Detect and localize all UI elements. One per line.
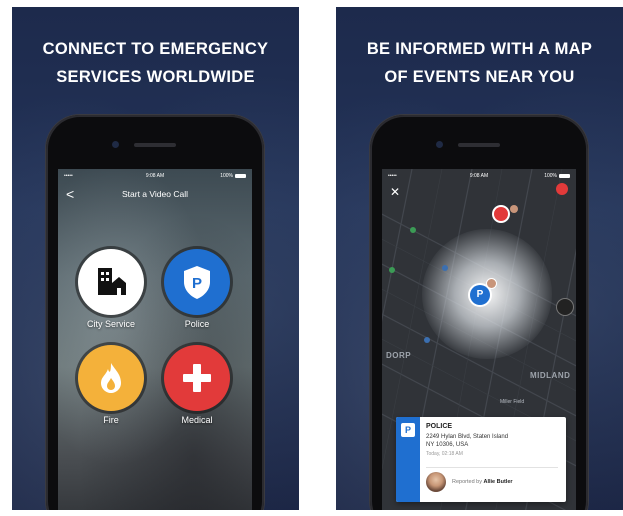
panel-headline: CONNECT TO EMERGENCY SERVICES WORLDWIDE xyxy=(12,35,299,91)
battery-icon xyxy=(559,173,570,178)
medical-button[interactable]: Medical xyxy=(164,345,230,425)
battery-icon xyxy=(235,173,246,178)
reporter-avatar xyxy=(426,472,446,492)
poi-pin-icon[interactable] xyxy=(389,267,395,273)
poi-pin-icon[interactable] xyxy=(410,227,416,233)
fire-button[interactable]: Fire xyxy=(78,345,144,425)
medical-circle[interactable] xyxy=(164,345,230,411)
event-address-line-1: 2249 Hylan Blvd, Staten Island xyxy=(426,434,509,440)
headline-line-2: OF EVENTS NEAR YOU xyxy=(384,68,575,86)
status-bar: ••••• 9:08 AM 100% xyxy=(58,169,252,183)
phone-frame: ••••• 9:08 AM 100% ✕ P DORP MIDLAND Mill… xyxy=(370,115,588,510)
promo-panel-map: BE INFORMED WITH A MAP OF EVENTS NEAR YO… xyxy=(336,7,623,510)
map-label-dorp: DORP xyxy=(386,351,412,360)
building-icon xyxy=(98,268,126,295)
reported-by-prefix: Reported by xyxy=(452,479,482,485)
event-time: Today, 02:18 AM xyxy=(426,451,463,457)
phone-speaker xyxy=(134,143,176,147)
close-icon[interactable]: ✕ xyxy=(390,185,400,199)
police-badge-icon: P xyxy=(401,423,415,437)
phone-speaker xyxy=(458,143,500,147)
event-address-line-2: NY 10306, USA xyxy=(426,442,469,448)
event-card-stripe: P xyxy=(396,417,420,502)
svg-text:P: P xyxy=(192,275,202,292)
poi-pin-icon[interactable] xyxy=(424,337,430,343)
police-circle[interactable]: P xyxy=(164,249,230,315)
map-screen[interactable]: ••••• 9:08 AM 100% ✕ P DORP MIDLAND Mill… xyxy=(382,169,576,510)
police-badge-icon: P xyxy=(184,266,210,299)
medical-cross-icon xyxy=(183,364,211,392)
headline-line-2: SERVICES WORLDWIDE xyxy=(56,68,255,86)
city-service-button[interactable]: City Service xyxy=(78,249,144,329)
phone-camera xyxy=(112,141,119,148)
fire-circle[interactable] xyxy=(78,345,144,411)
fire-label: Fire xyxy=(103,415,119,425)
police-label: Police xyxy=(184,319,210,329)
police-pin-letter: P xyxy=(476,289,484,300)
event-type: POLICE xyxy=(426,423,453,430)
police-button[interactable]: P Police xyxy=(164,249,230,329)
flame-icon xyxy=(101,363,121,393)
screen-background-photo xyxy=(58,169,252,510)
poi-pin-icon[interactable] xyxy=(442,265,448,271)
reported-by: Reported by Allie Butler xyxy=(452,479,513,485)
battery-indicator: 100% xyxy=(544,173,570,179)
city-service-circle[interactable] xyxy=(78,249,144,315)
headline-line-1: BE INFORMED WITH A MAP xyxy=(366,40,593,58)
city-service-label: City Service xyxy=(86,319,135,329)
battery-indicator: 100% xyxy=(220,173,246,179)
battery-percent: 100% xyxy=(220,173,233,179)
medical-event-pin-icon[interactable] xyxy=(494,207,508,221)
event-pin-icon[interactable] xyxy=(557,299,573,315)
phone-screen: ••••• 9:08 AM 100% < Start a Video Call xyxy=(58,169,252,510)
phone-camera xyxy=(436,141,443,148)
medical-label: Medical xyxy=(181,415,213,425)
map-label-miller-field: Miller Field xyxy=(500,399,525,405)
police-event-pin-icon[interactable]: P xyxy=(470,285,490,305)
phone-frame: ••••• 9:08 AM 100% < Start a Video Call xyxy=(46,115,264,510)
map-label-midland: MIDLAND xyxy=(530,371,571,380)
battery-percent: 100% xyxy=(544,173,557,179)
promo-panel-video-call: CONNECT TO EMERGENCY SERVICES WORLDWIDE … xyxy=(12,7,299,510)
report-pin-icon[interactable] xyxy=(556,183,568,195)
headline-line-1: CONNECT TO EMERGENCY xyxy=(42,40,269,58)
status-bar: ••••• 9:08 AM 100% xyxy=(382,169,576,183)
avatar-pin-icon[interactable] xyxy=(510,205,518,213)
reporter-name: Allie Butler xyxy=(483,479,513,485)
nav-bar: < Start a Video Call xyxy=(58,187,252,203)
card-divider xyxy=(426,467,558,468)
event-card[interactable]: P POLICE 2249 Hylan Blvd, Staten Island … xyxy=(396,417,566,502)
screen-title: Start a Video Call xyxy=(122,189,188,199)
reporter-avatar-pin-icon[interactable] xyxy=(487,279,496,288)
panel-headline: BE INFORMED WITH A MAP OF EVENTS NEAR YO… xyxy=(336,35,623,91)
